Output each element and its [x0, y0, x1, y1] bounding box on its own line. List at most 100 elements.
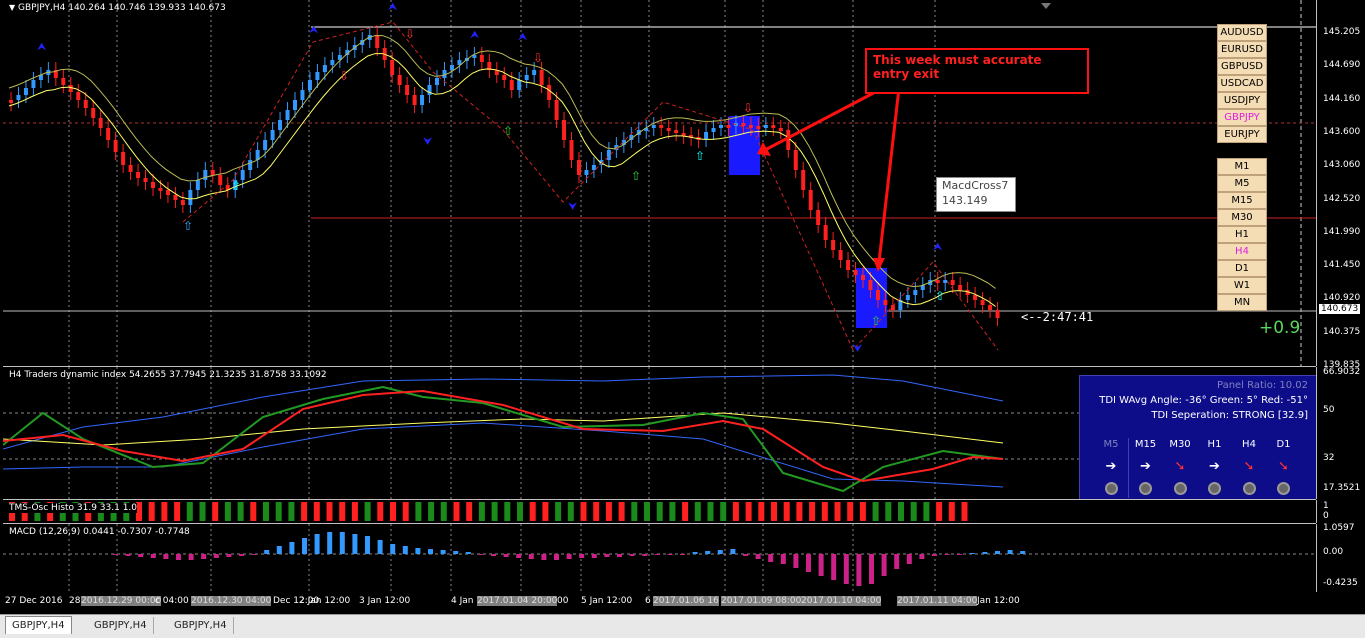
candle-body [479, 55, 484, 62]
annotation-box[interactable]: This week must accurate entry exit [865, 48, 1089, 94]
candle-body [831, 240, 836, 250]
macd-histogram-bar [957, 554, 963, 555]
current-price-label: 140.673 [1319, 304, 1361, 314]
candle-body [995, 310, 1000, 318]
tms-histogram-bar [148, 502, 155, 521]
candle-body [659, 125, 664, 128]
candle-body [763, 125, 768, 128]
candle-body [861, 275, 865, 280]
price-chart-pane[interactable]: ⮝ ⮝ ⮝ ⮝ ⮝ ⮝ ⇧ ⇧ ⇧ ⇧ ⇧ ⇧ ⇧ ⇩ ⇩ ⇩ ⇩ ⮟ ⮟ ⮟ ▼ GBPJPY,H4 140.264… [3, 0, 1316, 367]
timeframe-button-h1[interactable]: H1 [1217, 226, 1267, 243]
timeframe-button-d1[interactable]: D1 [1217, 260, 1267, 277]
tooltip-value: 143.149 [942, 194, 988, 207]
tms-axis: 10 [1316, 500, 1365, 523]
timeframe-button-m30[interactable]: M30 [1217, 209, 1267, 226]
tdi-panel-status-icon [1163, 482, 1197, 498]
candle-body [853, 270, 858, 275]
candle-body [748, 125, 753, 128]
time-axis-label: 2017.01.04 20:00 [477, 596, 558, 606]
macd-histogram-bar [982, 552, 988, 554]
tms-histogram-bar [644, 502, 650, 521]
candle-body [330, 60, 335, 65]
tms-histogram-bar [796, 502, 803, 521]
tms-histogram-bar [186, 502, 193, 521]
macd-histogram-bar [617, 554, 622, 557]
candle-body [307, 80, 312, 90]
price-chart-canvas[interactable]: ⮝ ⮝ ⮝ ⮝ ⮝ ⮝ ⇧ ⇧ ⇧ ⇧ ⇧ ⇧ ⇧ ⇩ ⇩ ⇩ ⇩ ⮟ ⮟ ⮟ [3, 0, 1316, 366]
tms-histogram-bar [326, 502, 333, 521]
tms-histogram-bar [402, 502, 409, 521]
timeframe-button-w1[interactable]: W1 [1217, 277, 1267, 294]
macd-histogram-bar [339, 532, 345, 554]
symbol-button-gbpjpy[interactable]: GBPJPY [1217, 109, 1267, 126]
candle-body [913, 290, 918, 295]
indicator-tooltip: MacdCross7 143.149 [936, 177, 1016, 212]
tms-histogram-bar [593, 502, 600, 521]
tms-histogram-bar [212, 502, 219, 521]
symbol-button-eurjpy[interactable]: EURJPY [1217, 126, 1267, 143]
candle-body [405, 85, 410, 95]
tms-histogram-bar [567, 502, 574, 521]
chart-tab[interactable]: GBPJPY,H4 [88, 617, 154, 634]
chart-tab-bar: GBPJPY,H4 GBPJPY,H4 GBPJPY,H4 [0, 614, 1365, 638]
candle-body [808, 190, 813, 210]
macd-histogram-bar [289, 542, 295, 554]
symbol-button-usdjpy[interactable]: USDJPY [1217, 92, 1267, 109]
tdi-info-panel: Panel Ratio: 10.02 TDI WAvg Angle: -36° … [1079, 375, 1316, 499]
tms-histogram-bar [542, 502, 549, 521]
up-arrow-icon: ⮝ [518, 30, 528, 43]
macd-histogram-bar [440, 550, 446, 554]
candle-body [427, 85, 432, 95]
timeframe-button-mn[interactable]: MN [1217, 294, 1267, 311]
tms-histogram-bar [745, 502, 752, 521]
tdi-title: H4 Traders dynamic index 54.2655 37.7945… [9, 370, 327, 380]
time-axis-label: 2016.12.29 00:00 [81, 596, 162, 606]
timeframe-button-m15[interactable]: M15 [1217, 192, 1267, 209]
tms-histogram-bar [885, 502, 892, 521]
macd-axis-label: 0.00 [1323, 547, 1344, 557]
macd-histogram-bar [516, 554, 522, 558]
timeframe-button-m1[interactable]: M1 [1217, 158, 1267, 175]
timeframe-button-h4[interactable]: H4 [1217, 243, 1267, 260]
tms-histogram-bar [821, 502, 828, 521]
chart-tab[interactable]: GBPJPY,H4 [168, 617, 234, 634]
scroll-marker-icon [1041, 3, 1051, 9]
price-axis-label: 140.920 [1323, 293, 1361, 304]
tdi-axis-label: 50 [1323, 405, 1335, 415]
symbol-button-eurusd[interactable]: EURUSD [1217, 41, 1267, 58]
macd-pane[interactable]: MACD (12,26,9) 0.0441 -0.7307 -0.7748 [3, 524, 1316, 592]
chart-tab[interactable]: GBPJPY,H4 [5, 616, 72, 634]
tms-axis-label: 1 [1323, 501, 1329, 511]
timeframe-button-m5[interactable]: M5 [1217, 175, 1267, 192]
price-axis[interactable]: 145.205 144.690 144.160 143.600 143.060 142.5… [1316, 0, 1365, 370]
tms-histogram-bar [288, 502, 295, 521]
candle-body [562, 120, 567, 140]
candle-body [651, 125, 656, 128]
tms-histogram-bar [224, 502, 231, 521]
macd-histogram-bar [780, 554, 786, 564]
chart-menu-icon[interactable]: ▼ [9, 3, 15, 12]
macd-histogram-bar [377, 540, 383, 554]
tms-histogram-bar [682, 502, 689, 521]
candle-body [285, 110, 290, 120]
time-axis[interactable]: 27 Dec 2016 28 2016.12.29 00:00 c 04:00 2016… [3, 592, 1316, 612]
symbol-button-audusd[interactable]: AUDUSD [1217, 24, 1267, 41]
tdi-indicator-pane[interactable]: H4 Traders dynamic index 54.2655 37.7945… [3, 367, 1316, 500]
status-circle-icon [1173, 482, 1187, 495]
candle-body [300, 90, 305, 100]
candle-body [412, 95, 417, 105]
tms-histogram-bar [351, 502, 358, 521]
candle-body [83, 100, 88, 108]
symbol-button-gbpusd[interactable]: GBPUSD [1217, 58, 1267, 75]
tms-histogram-bar [555, 502, 562, 521]
up-arrow-icon: ⮝ [388, 0, 398, 13]
macd-histogram-bar [831, 554, 837, 580]
tms-histogram-bar [936, 502, 943, 521]
profit-readout: +0.9 [1259, 318, 1301, 338]
candle-body [435, 78, 439, 85]
symbol-button-usdcad[interactable]: USDCAD [1217, 75, 1267, 92]
candle-body [846, 260, 851, 270]
time-axis-label: Jan 12:00 [977, 596, 1020, 606]
tms-canvas [9, 502, 968, 521]
tms-osc-pane[interactable]: TMS-Osc Histo 31.9 33.1 1.0 [3, 500, 1316, 524]
